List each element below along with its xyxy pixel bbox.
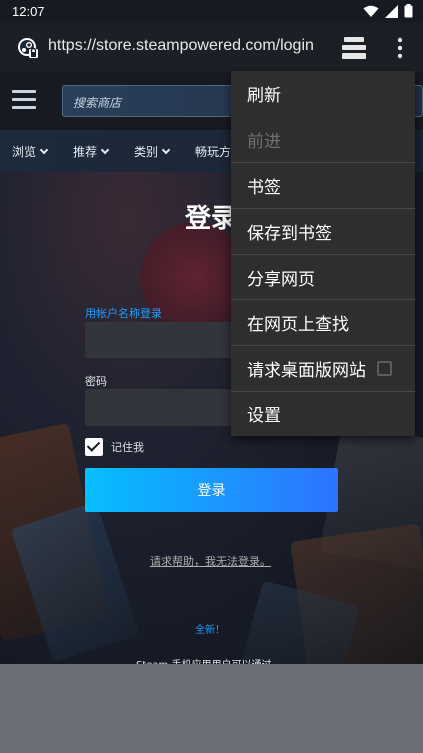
status-icons — [363, 4, 413, 18]
wifi-icon — [363, 5, 379, 17]
background-art — [10, 501, 140, 663]
tabs-icon[interactable] — [342, 37, 366, 59]
remember-me[interactable]: 记住我 — [85, 438, 144, 456]
nav-ways-to-play[interactable]: 畅玩方 — [195, 143, 231, 160]
battery-icon — [404, 4, 413, 18]
help-link[interactable]: 请求帮助，我无法登录。 — [150, 553, 271, 569]
status-bar: 12:07 — [0, 0, 423, 23]
url-bar[interactable]: https://store.steampowered.com/login — [48, 37, 325, 55]
status-time: 12:07 — [12, 4, 45, 19]
menu-item-settings[interactable]: 设置 — [231, 391, 415, 436]
hamburger-menu-icon[interactable] — [12, 90, 36, 110]
nav-browse[interactable]: 浏览 — [12, 143, 49, 160]
chevron-down-icon — [39, 145, 49, 154]
password-label: 密码 — [85, 375, 107, 388]
desktop-site-checkbox[interactable] — [377, 361, 392, 376]
chevron-down-icon — [100, 145, 110, 154]
signal-icon — [385, 4, 398, 18]
more-options-icon[interactable] — [392, 36, 408, 60]
login-title: 登录 — [185, 204, 238, 234]
browser-overflow-menu: 刷新 前进 书签 保存到书签 分享网页 在网页上查找 请求桌面版网站 设置 — [231, 71, 415, 436]
menu-item-find-in-page[interactable]: 在网页上查找 — [231, 300, 415, 345]
menu-item-save-bookmark[interactable]: 保存到书签 — [231, 209, 415, 254]
browser-toolbar: https://store.steampowered.com/login — [0, 23, 423, 72]
search-placeholder: 搜索商店 — [73, 96, 122, 110]
new-label: 全新！ — [195, 625, 225, 636]
login-button[interactable]: 登录 — [85, 468, 338, 512]
nav-categories[interactable]: 类别 — [134, 143, 171, 160]
app-promo-text: Steam 手机应用用户可以通过 — [136, 656, 271, 664]
nav-recommended[interactable]: 推荐 — [73, 143, 110, 160]
menu-item-refresh[interactable]: 刷新 — [231, 71, 415, 116]
chevron-down-icon — [161, 145, 171, 154]
menu-item-share[interactable]: 分享网页 — [231, 255, 415, 300]
username-label: 用帐户名称登录 — [85, 307, 162, 320]
menu-item-desktop-site[interactable]: 请求桌面版网站 — [231, 346, 415, 391]
menu-item-bookmarks[interactable]: 书签 — [231, 163, 415, 208]
steam-site-icon[interactable] — [17, 37, 39, 59]
remember-me-label: 记住我 — [111, 441, 144, 454]
remember-me-checkbox[interactable] — [85, 438, 103, 456]
menu-item-forward: 前进 — [247, 132, 281, 152]
